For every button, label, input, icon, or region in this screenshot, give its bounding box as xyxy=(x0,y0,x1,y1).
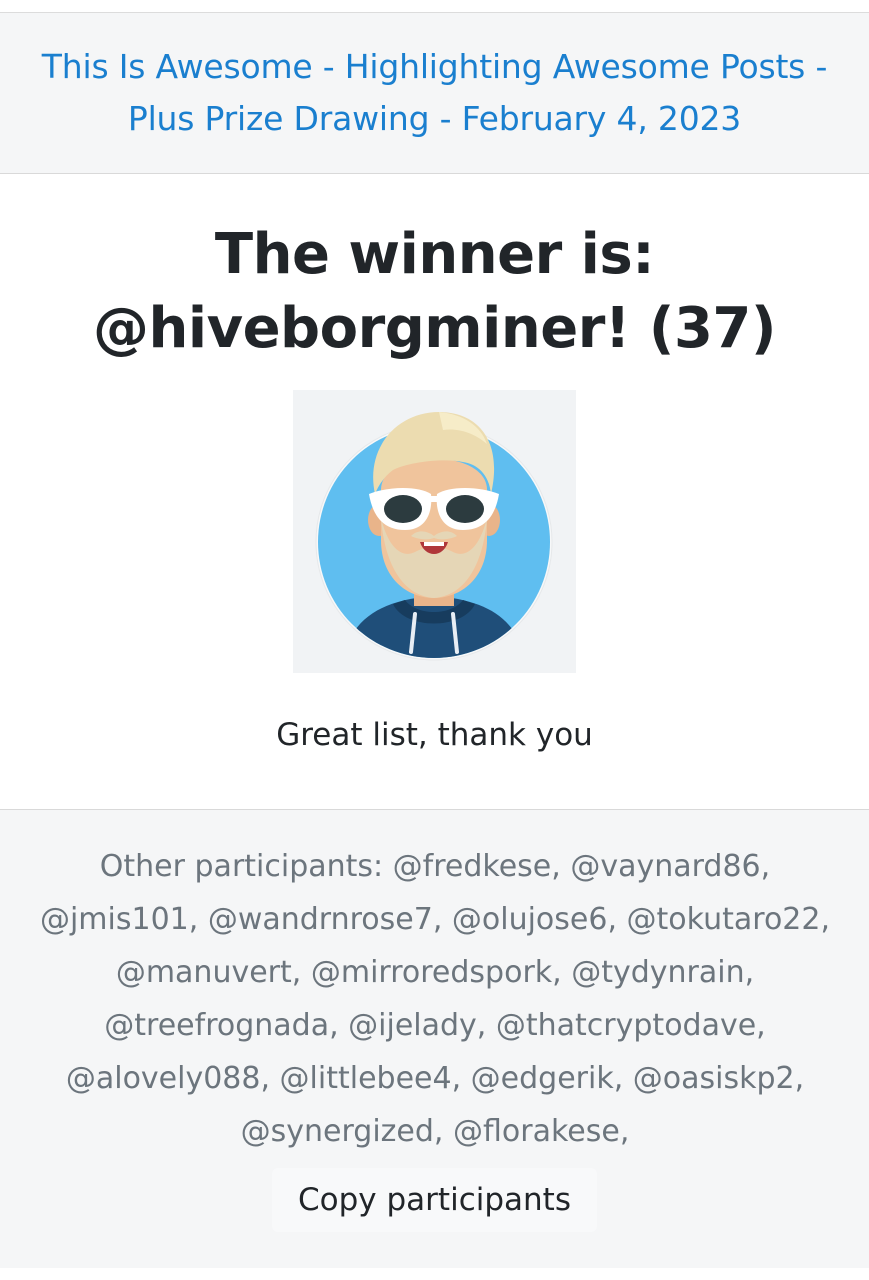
card-header: This Is Awesome - Highlighting Awesome P… xyxy=(0,13,869,174)
copy-participants-button[interactable]: Copy participants xyxy=(272,1168,597,1232)
card-footer: Other participants: @fredkese, @vaynard8… xyxy=(0,810,869,1268)
avatar xyxy=(293,390,576,673)
avatar-bearded-man-sunglasses-icon xyxy=(315,412,553,661)
winner-comment: Great list, thank you xyxy=(276,717,593,753)
participants-list: Other participants: @fredkese, @vaynard8… xyxy=(39,849,831,1149)
card-body: The winner is: @hiveborgminer! (37) Grea… xyxy=(0,174,869,810)
winner-heading-line1: The winner is: xyxy=(214,222,655,287)
winner-heading: The winner is: @hiveborgminer! (37) xyxy=(0,218,869,366)
winner-card: This Is Awesome - Highlighting Awesome P… xyxy=(0,12,869,1268)
winner-heading-line2: @hiveborgminer! (37) xyxy=(93,296,776,361)
post-title-link[interactable]: This Is Awesome - Highlighting Awesome P… xyxy=(36,41,833,145)
